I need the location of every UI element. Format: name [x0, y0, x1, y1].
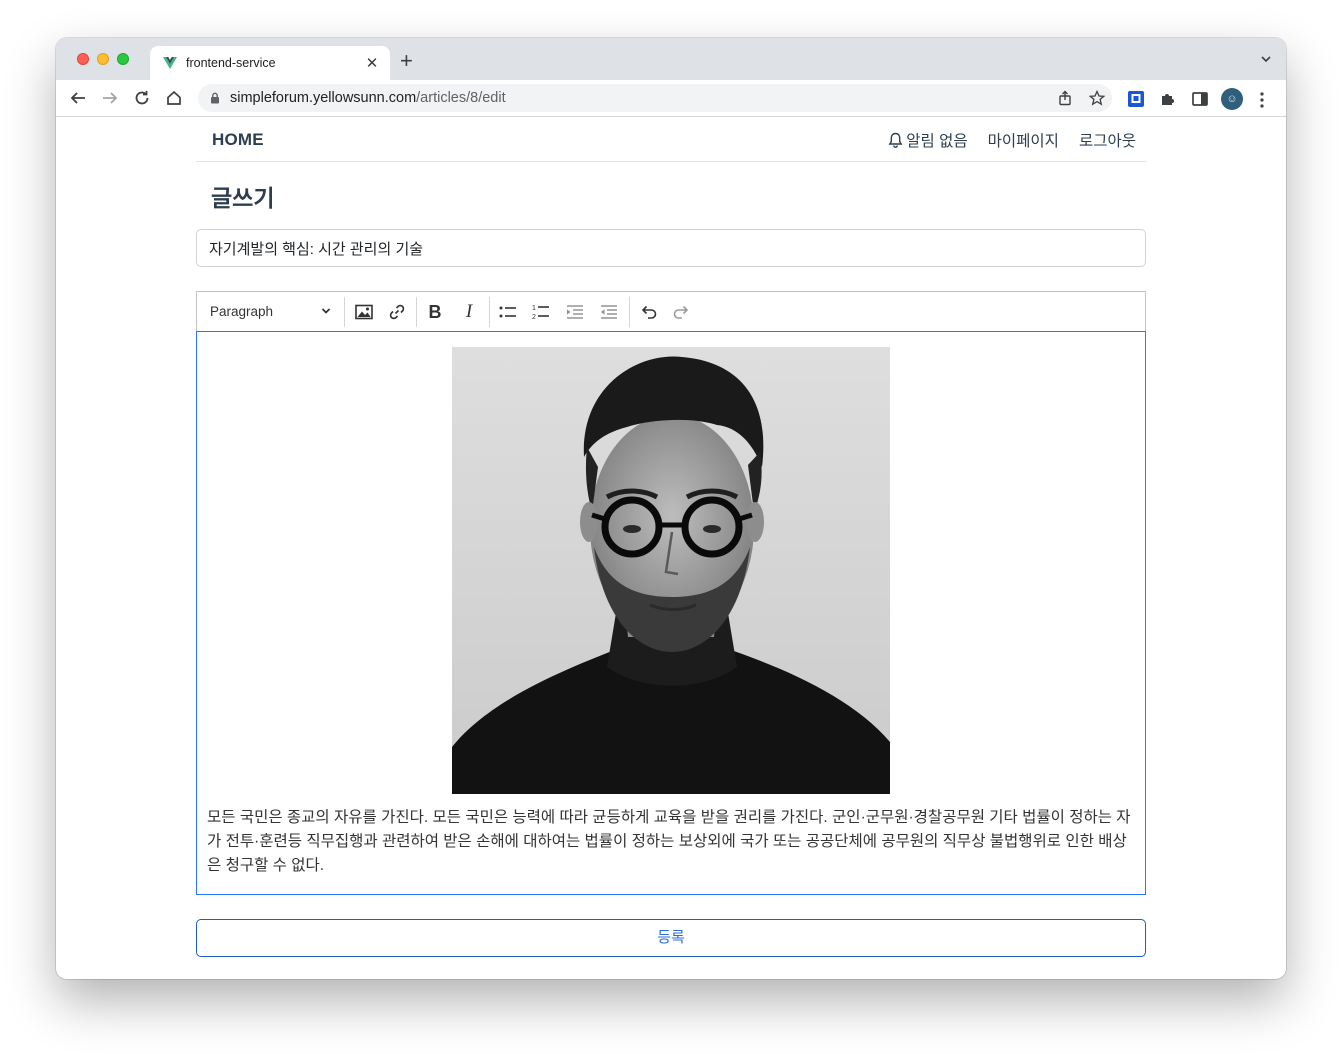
link-icon	[389, 304, 405, 320]
new-tab-button[interactable]: +	[400, 50, 413, 72]
submit-button[interactable]: 등록	[196, 919, 1146, 957]
bookmark-star-icon[interactable]	[1089, 90, 1105, 106]
editor-paragraph[interactable]: 모든 국민은 종교의 자유를 가진다. 모든 국민은 능력에 따라 균등하게 교…	[207, 806, 1137, 878]
numbered-list-icon: 1 2	[532, 305, 549, 321]
article-image[interactable]	[452, 347, 890, 794]
outdent-button[interactable]	[599, 302, 619, 322]
tab-title: frontend-service	[186, 56, 276, 70]
numbered-list-button[interactable]: 1 2	[531, 302, 551, 322]
article-title-input[interactable]	[196, 229, 1146, 267]
site-navbar: HOME 알림 없음 마이페이지 로그아웃	[196, 118, 1146, 162]
extension-app-icon[interactable]	[1127, 90, 1145, 108]
url-text[interactable]: simpleforum.yellowsunn.com/articles/8/ed…	[230, 90, 506, 106]
minimize-window-button[interactable]	[97, 53, 109, 65]
editor-content-area[interactable]: 모든 국민은 종교의 자유를 가진다. 모든 국민은 능력에 따라 균등하게 교…	[196, 331, 1146, 895]
browser-tab[interactable]: frontend-service ✕	[150, 46, 390, 80]
redo-button[interactable]	[671, 302, 691, 322]
bulleted-list-button[interactable]	[498, 302, 518, 322]
bulleted-list-icon	[499, 306, 516, 318]
notification-link[interactable]: 알림 없음	[888, 129, 968, 151]
page-container: HOME 알림 없음 마이페이지 로그아웃 글쓰기 자기계발의 핵심: 시간 관…	[196, 118, 1146, 957]
zoom-window-button[interactable]	[117, 53, 129, 65]
heading-dropdown-label: Paragraph	[210, 304, 274, 319]
svg-text:2: 2	[532, 314, 536, 321]
tab-strip: frontend-service ✕ +	[56, 38, 1286, 80]
browser-window: frontend-service ✕ + simpleforum.yellows…	[56, 38, 1286, 979]
address-bar[interactable]: simpleforum.yellowsunn.com/articles/8/ed…	[198, 84, 1112, 112]
logout-link[interactable]: 로그아웃	[1079, 129, 1136, 151]
undo-icon	[641, 305, 657, 319]
toolbar-separator	[489, 297, 490, 327]
more-menu-icon[interactable]	[1260, 92, 1264, 108]
profile-avatar[interactable]: ☺	[1221, 88, 1243, 110]
browser-toolbar: simpleforum.yellowsunn.com/articles/8/ed…	[56, 80, 1286, 117]
home-link[interactable]: HOME	[212, 130, 264, 150]
back-arrow-icon[interactable]	[69, 89, 87, 107]
italic-button[interactable]: I	[459, 301, 479, 322]
bell-icon	[888, 132, 903, 148]
url-path: /articles/8/edit	[416, 90, 506, 106]
lock-icon[interactable]	[210, 92, 220, 104]
toolbar-separator	[629, 297, 630, 327]
heading-dropdown[interactable]: Paragraph	[197, 292, 343, 331]
redo-icon	[673, 305, 689, 319]
home-icon[interactable]	[165, 89, 183, 107]
vue-logo-icon	[163, 57, 177, 69]
editor-toolbar: Paragraph B I 1 2	[196, 291, 1146, 331]
insert-link-button[interactable]	[387, 302, 407, 322]
toolbar-separator	[416, 297, 417, 327]
outdent-icon	[601, 305, 617, 319]
close-tab-icon[interactable]: ✕	[364, 54, 380, 72]
notification-label: 알림 없음	[906, 133, 968, 150]
bold-button[interactable]: B	[425, 302, 445, 322]
nav-links: 알림 없음 마이페이지 로그아웃	[888, 129, 1136, 151]
indent-icon	[567, 305, 583, 319]
chevron-down-icon	[321, 308, 331, 314]
indent-button[interactable]	[565, 302, 585, 322]
page-title: 글쓰기	[211, 185, 275, 211]
reload-icon[interactable]	[133, 89, 151, 107]
insert-image-button[interactable]	[354, 302, 374, 322]
svg-text:1: 1	[532, 305, 536, 312]
url-host: simpleforum.yellowsunn.com	[230, 90, 417, 106]
image-icon	[355, 304, 373, 320]
portrait-photo	[452, 347, 890, 794]
side-panel-icon[interactable]	[1191, 90, 1209, 108]
undo-button[interactable]	[639, 302, 659, 322]
puzzle-extensions-icon[interactable]	[1159, 90, 1177, 108]
toolbar-separator	[344, 297, 345, 327]
mypage-link[interactable]: 마이페이지	[988, 129, 1059, 151]
web-page: HOME 알림 없음 마이페이지 로그아웃 글쓰기 자기계발의 핵심: 시간 관…	[56, 118, 1286, 979]
chevron-down-icon[interactable]	[1260, 54, 1272, 64]
forward-arrow-icon[interactable]	[101, 89, 119, 107]
close-window-button[interactable]	[77, 53, 89, 65]
share-icon[interactable]	[1057, 90, 1073, 106]
